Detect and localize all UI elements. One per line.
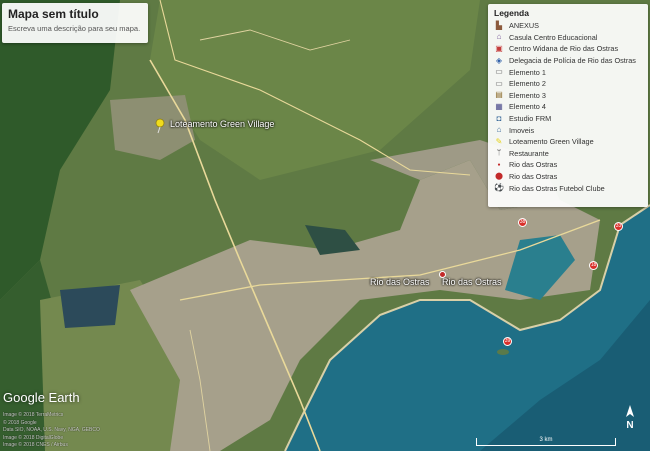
monitor-icon: ▭ xyxy=(495,67,503,77)
legend-item-label: Rio das Ostras xyxy=(509,172,558,182)
legend-item-label: Estudio FRM xyxy=(509,114,552,124)
legend-item[interactable]: ⬤ Rio das Ostras xyxy=(494,171,642,183)
camera-icon: ◘ xyxy=(496,113,502,123)
google-earth-logo: Google Earth xyxy=(3,390,80,405)
legend-item-label: Rio das Ostras xyxy=(509,160,558,170)
legend-item[interactable]: ✎ Loteamento Green Village xyxy=(494,136,642,148)
school-icon: ⌂ xyxy=(496,32,502,42)
route-marker[interactable]: 33 xyxy=(614,222,623,231)
legend-item[interactable]: ▭ Elemento 1 xyxy=(494,66,642,78)
route-marker[interactable]: 38 xyxy=(518,218,527,227)
legend-item-label: Elemento 1 xyxy=(509,67,546,77)
soccer-icon: ⚽ xyxy=(494,183,504,193)
legend-item[interactable]: ◈ Delegacia de Polícia de Rio das Ostras xyxy=(494,55,642,67)
legend-panel: Legenda ▙ ANEXUS ⌂ Casula Centro Educaciona… xyxy=(488,4,648,207)
fork-knife-icon: ᛘ xyxy=(496,148,502,158)
legend-item[interactable]: ▭ Elemento 2 xyxy=(494,78,642,90)
compass-label: N xyxy=(626,420,634,431)
legend-item-label: Centro Widana de Rio das Ostras xyxy=(509,44,619,54)
legend-item[interactable]: ᛘ Restaurante xyxy=(494,148,642,160)
lagoon xyxy=(60,285,120,328)
image-credits: Image © 2018 TerraMetrics © 2018 Google … xyxy=(3,412,100,450)
legend-item-label: Loteamento Green Village xyxy=(509,137,594,147)
map-pin-icon: ⬤ xyxy=(495,172,503,180)
legend-item-label: ANEXUS xyxy=(509,21,540,31)
credit-line: Data SIO, NOAA, U.S. Navy, NGA, GEBCO xyxy=(3,427,100,433)
title-panel: Mapa sem título Escreva uma descrição pa… xyxy=(2,3,148,43)
legend-heading: Legenda xyxy=(494,8,529,18)
compass[interactable]: N xyxy=(623,405,637,435)
route-marker[interactable]: 18 xyxy=(589,261,598,270)
police-icon: ◈ xyxy=(495,55,503,65)
legend-item-label: Restaurante xyxy=(509,148,549,158)
legend-item[interactable]: ⌂ Imoveis xyxy=(494,124,642,136)
store-icon: ▣ xyxy=(495,43,503,53)
legend-item[interactable]: ⌂ Casula Centro Educacional xyxy=(494,32,642,44)
legend-item[interactable]: ⚽ Rio das Ostras Futebol Clube xyxy=(494,182,642,194)
legend-item-label: Rio das Ostras Futebol Clube xyxy=(509,183,605,193)
island xyxy=(497,349,509,355)
dot-icon: ● xyxy=(497,161,501,168)
label-rio-das-ostras-1[interactable]: Rio das Ostras xyxy=(370,277,430,287)
label-rio-das-ostras-2[interactable]: Rio das Ostras xyxy=(442,277,502,287)
legend-item[interactable]: ▤ Elemento 3 xyxy=(494,90,642,102)
credit-line: Image © 2018 CNES / Airbus xyxy=(3,442,68,448)
legend-item[interactable]: ◘ Estudio FRM xyxy=(494,113,642,125)
credit-line: Image © 2018 DigitalGlobe xyxy=(3,434,64,441)
pushpin-icon: ✎ xyxy=(495,136,503,146)
north-arrow-icon xyxy=(626,405,634,417)
credit-line: Image © 2018 TerraMetrics xyxy=(3,412,64,418)
legend-item[interactable]: ▣ Centro Widana de Rio das Ostras xyxy=(494,43,642,55)
legend-item[interactable]: ▦ Elemento 4 xyxy=(494,101,642,113)
legend-item[interactable]: ▙ ANEXUS xyxy=(494,20,642,32)
legend-item-label: Delegacia de Polícia de Rio das Ostras xyxy=(509,56,636,66)
pushpin-icon[interactable] xyxy=(155,118,165,134)
legend-item-label: Elemento 2 xyxy=(509,79,546,89)
house-icon: ⌂ xyxy=(496,125,502,135)
map-title: Mapa sem título xyxy=(8,7,99,21)
credit-line: © 2018 Google xyxy=(3,419,37,426)
legend-item-label: Casula Centro Educacional xyxy=(509,32,598,42)
legend-item-label: Elemento 3 xyxy=(509,90,546,100)
label-green-village[interactable]: Loteamento Green Village xyxy=(170,119,274,129)
legend-item-label: Imoveis xyxy=(509,125,535,135)
legend-item[interactable]: ● Rio das Ostras xyxy=(494,159,642,171)
legend-item-label: Elemento 4 xyxy=(509,102,546,112)
dot-marker[interactable] xyxy=(439,271,446,278)
building-icon: ▙ xyxy=(495,20,503,30)
route-marker[interactable]: 39 xyxy=(503,337,512,346)
briefcase-icon: ▦ xyxy=(495,101,503,111)
book-icon: ▤ xyxy=(495,90,503,100)
scale-label: 3 km xyxy=(539,437,553,443)
monitor-icon: ▭ xyxy=(495,78,503,88)
map-description: Escreva uma descrição para seu mapa. xyxy=(8,24,141,33)
